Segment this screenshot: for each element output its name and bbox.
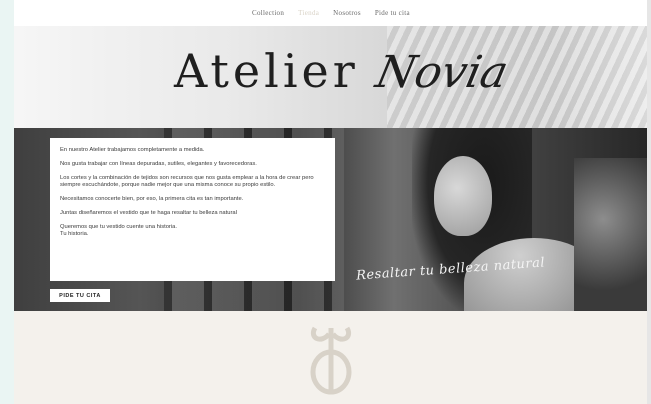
- intro-paragraph: Queremos que tu vestido cuente una histo…: [60, 224, 177, 230]
- intro-paragraph: Nos gusta trabajar con líneas depuradas,…: [60, 161, 257, 167]
- top-navigation: Collection Tienda Nosotros Pide tu cita: [14, 0, 647, 26]
- page: Collection Tienda Nosotros Pide tu cita …: [14, 0, 647, 404]
- foliage-background: [574, 158, 647, 311]
- brand-logo[interactable]: Atelier Novia: [174, 44, 512, 98]
- bride-photo-section: En nuestro Atelier trabajamos completame…: [14, 128, 647, 311]
- logo-atelier: Atelier: [174, 44, 359, 98]
- bride-face: [434, 156, 492, 236]
- intro-paragraph: En nuestro Atelier trabajamos completame…: [60, 147, 205, 153]
- intro-text-box: En nuestro Atelier trabajamos completame…: [50, 138, 335, 281]
- intro-paragraph: Los cortes y la combinación de tejidos s…: [60, 175, 314, 188]
- nav-item-nosotros[interactable]: Nosotros: [333, 9, 361, 17]
- intro-paragraph: Necesitamos conocerte bien, por eso, la …: [60, 196, 244, 202]
- intro-paragraph: Juntas diseñaremos el vestido que te hag…: [60, 210, 237, 216]
- page-left-margin: [0, 0, 14, 404]
- atelier-monogram-icon: [307, 322, 355, 398]
- intro-paragraph: Tu historia.: [60, 231, 89, 237]
- nav-item-pide-tu-cita[interactable]: Pide tu cita: [375, 9, 410, 17]
- nav-item-collection[interactable]: Collection: [252, 9, 284, 17]
- logo-novia: Novia: [371, 47, 513, 98]
- scrollbar[interactable]: [647, 0, 651, 404]
- nav-menu: Collection Tienda Nosotros Pide tu cita: [252, 9, 410, 17]
- hero-banner: Atelier Novia: [14, 26, 647, 128]
- nav-item-tienda[interactable]: Tienda: [298, 9, 319, 17]
- pide-tu-cita-button[interactable]: PIDE TU CITA: [50, 289, 110, 302]
